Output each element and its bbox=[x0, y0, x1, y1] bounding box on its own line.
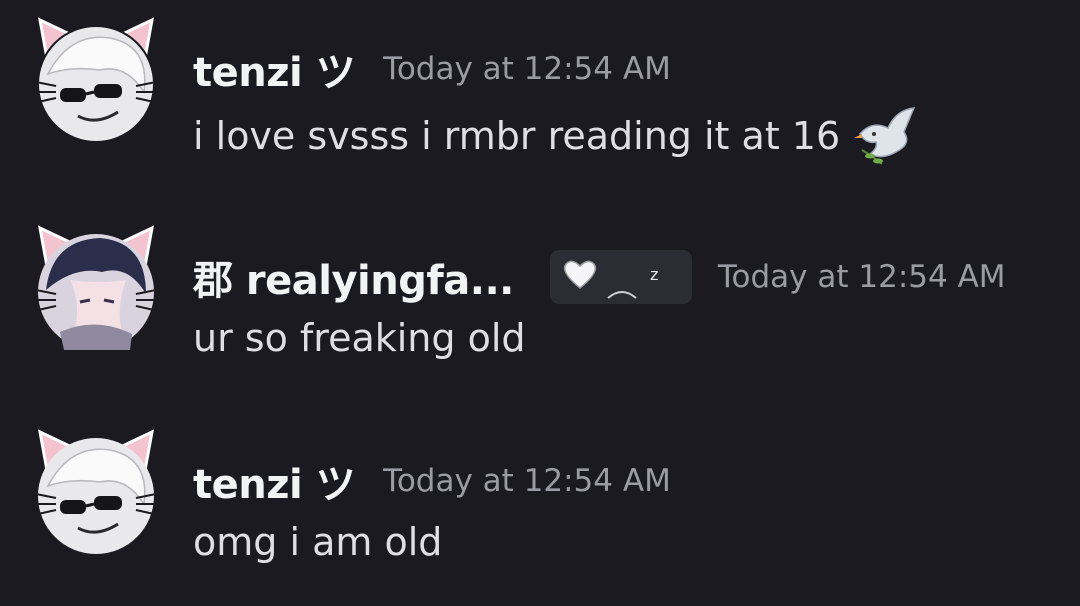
cat-ear-avatar-icon bbox=[35, 225, 157, 350]
username[interactable]: tenzi ツ bbox=[193, 40, 356, 98]
message-text: i love svsss i rmbr reading it at 16 bbox=[193, 104, 924, 168]
message-header: 郡 realyingfa... z Today at 12:54 AM bbox=[193, 248, 1006, 306]
dove-icon bbox=[852, 104, 924, 168]
message-content: ur so freaking old bbox=[193, 316, 526, 360]
timestamp: Today at 12:54 AM bbox=[383, 51, 671, 87]
cat-ear-avatar-icon bbox=[35, 17, 157, 143]
username[interactable]: 郡 realyingfa... bbox=[193, 248, 514, 306]
message-header: tenzi ツ Today at 12:54 AM bbox=[193, 452, 671, 510]
message-content: i love svsss i rmbr reading it at 16 bbox=[193, 114, 841, 158]
avatar[interactable] bbox=[30, 12, 162, 144]
avatar[interactable] bbox=[30, 220, 162, 352]
cat-ear-avatar-icon bbox=[35, 429, 157, 554]
username[interactable]: tenzi ツ bbox=[193, 452, 356, 510]
avatar[interactable] bbox=[30, 424, 162, 556]
message-content: omg i am old bbox=[193, 520, 443, 564]
timestamp: Today at 12:54 AM bbox=[717, 259, 1006, 295]
chat-log: tenzi ツ Today at 12:54 AM i love svsss i… bbox=[0, 0, 1080, 606]
message-text: ur so freaking old bbox=[193, 316, 526, 360]
user-tag-badge[interactable]: z bbox=[549, 250, 692, 304]
tag-text-small: z bbox=[650, 265, 658, 284]
timestamp: Today at 12:54 AM bbox=[383, 463, 671, 499]
heart-icon bbox=[563, 260, 596, 289]
message-text: omg i am old bbox=[193, 520, 442, 564]
message-header: tenzi ツ Today at 12:54 AM bbox=[193, 40, 671, 98]
